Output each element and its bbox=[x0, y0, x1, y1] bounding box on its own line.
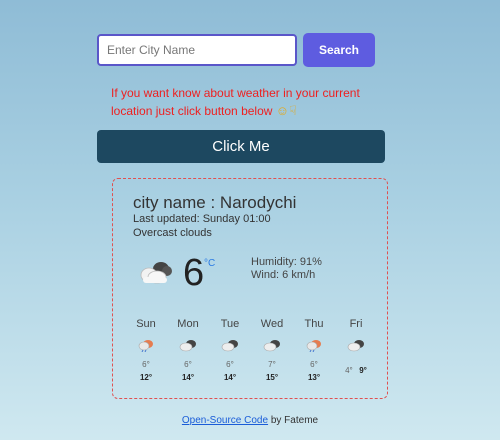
cloud-icon bbox=[335, 338, 377, 354]
source-code-link[interactable]: Open-Source Code bbox=[182, 415, 268, 426]
hint-text: If you want know about weather in your c… bbox=[111, 86, 360, 118]
low-temp: 6° bbox=[310, 360, 318, 369]
city-search-input[interactable] bbox=[97, 34, 297, 66]
forecast-day: Sun 6° 12° bbox=[125, 318, 167, 382]
current-temperature: 6 bbox=[183, 252, 205, 294]
low-temp: 6° bbox=[184, 360, 192, 369]
footer-author: by Fateme bbox=[268, 415, 319, 426]
low-temp: 6° bbox=[226, 360, 234, 369]
temperature-unit: °C bbox=[204, 258, 216, 269]
day-name: Mon bbox=[177, 318, 199, 330]
weather-card: city name : Narodychi Last updated: Sund… bbox=[112, 178, 388, 399]
forecast-day: Wed 7° 15° bbox=[251, 318, 293, 382]
rain-cloud-icon bbox=[293, 338, 335, 354]
wind-speed: Wind: 6 km/h bbox=[251, 269, 316, 281]
cloud-icon bbox=[167, 338, 209, 354]
day-name: Wed bbox=[260, 318, 284, 330]
cloud-icon bbox=[209, 338, 251, 354]
current-location-button[interactable]: Click Me bbox=[97, 130, 385, 163]
high-temp: 9° bbox=[359, 366, 367, 375]
high-temp: 13° bbox=[307, 373, 321, 382]
high-temp: 15° bbox=[265, 373, 279, 382]
high-temp: 14° bbox=[223, 373, 237, 382]
forecast-day: Fri 4° 9° bbox=[335, 318, 377, 382]
cloud-icon bbox=[251, 338, 293, 354]
footer: Open-Source Code by Fateme bbox=[0, 415, 500, 426]
rain-cloud-icon bbox=[125, 338, 167, 354]
day-name: Sun bbox=[136, 318, 156, 330]
forecast-row: Sun 6° 12° Mon 6° 14° Tue 6° 14° Wed 7° … bbox=[125, 318, 377, 382]
day-name: Tue bbox=[220, 318, 240, 330]
weather-description: Overcast clouds bbox=[133, 227, 212, 239]
last-updated: Last updated: Sunday 01:00 bbox=[133, 213, 271, 225]
temp-range: 4° 9° bbox=[335, 360, 377, 378]
forecast-day: Thu 6° 13° bbox=[293, 318, 335, 382]
low-temp: 7° bbox=[268, 360, 276, 369]
low-temp: 4° bbox=[345, 366, 353, 375]
low-temp: 6° bbox=[142, 360, 150, 369]
search-button[interactable]: Search bbox=[303, 33, 375, 67]
city-name: city name : Narodychi bbox=[133, 193, 297, 212]
day-name: Thu bbox=[304, 318, 324, 330]
forecast-day: Mon 6° 14° bbox=[167, 318, 209, 382]
day-name: Fri bbox=[349, 318, 363, 330]
location-hint: If you want know about weather in your c… bbox=[111, 85, 391, 120]
smile-icon: ☺ bbox=[275, 103, 290, 118]
high-temp: 14° bbox=[181, 373, 195, 382]
high-temp: 12° bbox=[139, 373, 153, 382]
humidity: Humidity: 91% bbox=[251, 256, 322, 268]
pointing-down-icon: ☟ bbox=[289, 103, 297, 118]
overcast-clouds-icon bbox=[137, 259, 173, 290]
forecast-day: Tue 6° 14° bbox=[209, 318, 251, 382]
